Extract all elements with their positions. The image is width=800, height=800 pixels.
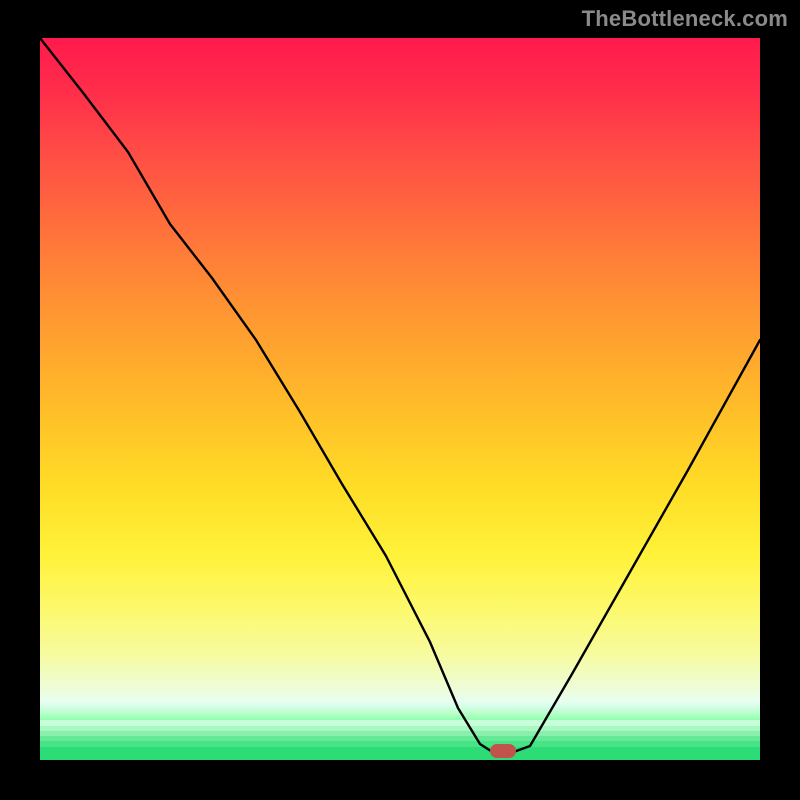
plot-area	[40, 38, 760, 760]
bottleneck-curve	[40, 38, 760, 760]
attribution-label: TheBottleneck.com	[582, 6, 788, 32]
optimal-marker	[490, 744, 516, 758]
chart-frame: TheBottleneck.com	[0, 0, 800, 800]
curve-path	[40, 38, 760, 754]
